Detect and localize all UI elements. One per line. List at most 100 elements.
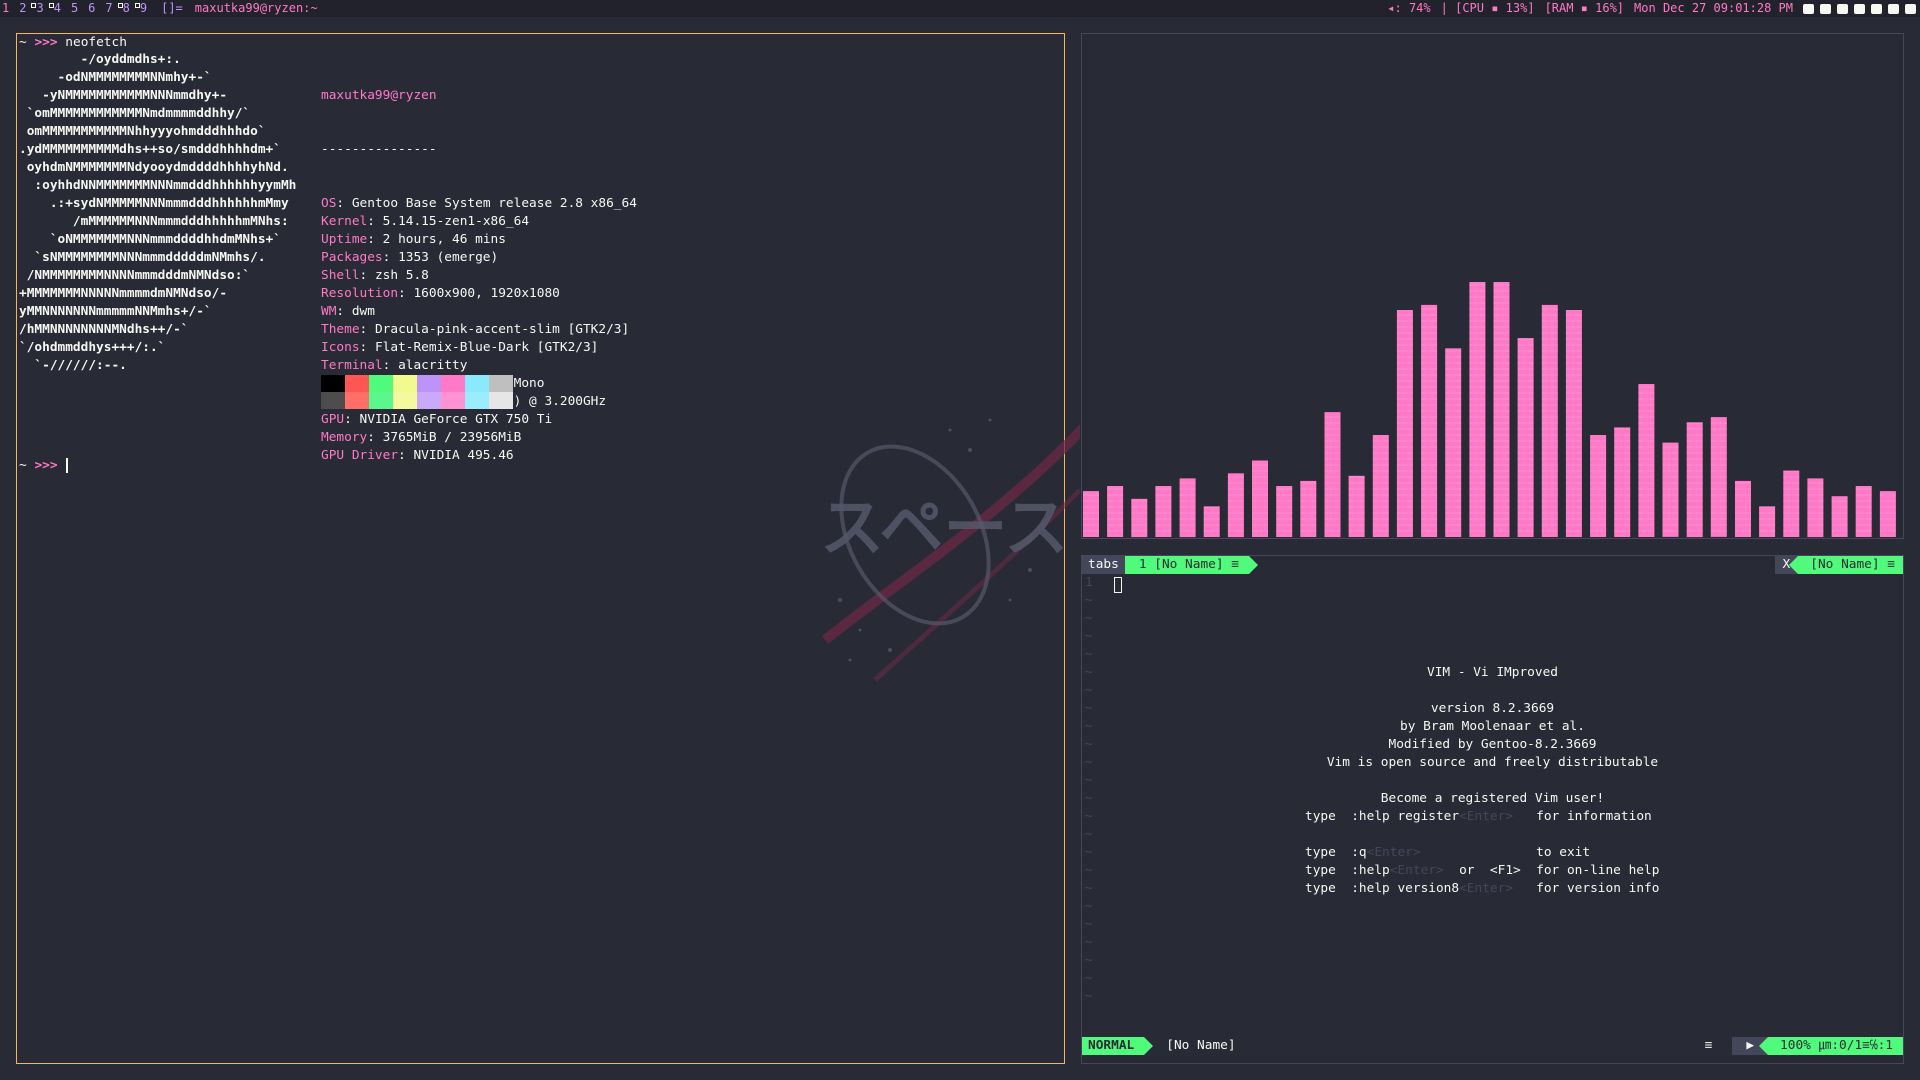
info-row: Resolution: 1600x900, 1920x1080 bbox=[321, 285, 637, 303]
info-colon: : bbox=[344, 412, 360, 427]
vim-tabline: tabs 1 [No Name] ≡ X [No Name] ≡ bbox=[1082, 556, 1903, 574]
help-command: type :help version8 bbox=[1305, 881, 1460, 896]
help-desc: for information bbox=[1536, 809, 1652, 824]
prompt-line: ~ >>> neofetch bbox=[19, 34, 127, 52]
workspace-tag-7[interactable]: 7 bbox=[105, 0, 112, 17]
visualizer-bar bbox=[1686, 422, 1703, 538]
intro-line: version 8.2.3669 bbox=[1430, 701, 1555, 716]
info-row: Memory: 3765MiB / 23956MiB bbox=[321, 429, 637, 447]
cpu-status: | [CPU ▪ 13%] bbox=[1440, 1, 1535, 15]
volume-status: ◂: 74% bbox=[1387, 1, 1431, 15]
empty-line-tilde: ~ bbox=[1085, 647, 1093, 662]
info-key: GPU Driver bbox=[321, 448, 399, 463]
visualizer-bar bbox=[1493, 282, 1510, 537]
layout-indicator[interactable]: []= bbox=[161, 0, 183, 17]
prompt-arrows: >>> bbox=[34, 35, 58, 50]
info-row: Packages: 1353 (emerge) bbox=[321, 249, 637, 267]
vim-window[interactable]: tabs 1 [No Name] ≡ X [No Name] ≡ 1 ~ ~ ~ ~ ~ ~… bbox=[1081, 555, 1904, 1064]
help-key: <Enter> bbox=[1459, 809, 1514, 824]
color-swatch bbox=[489, 392, 513, 409]
info-colon: : bbox=[367, 232, 383, 247]
tab-no-name[interactable]: 1 [No Name] ≡ bbox=[1124, 556, 1259, 574]
workspace-tag-2[interactable]: 2 bbox=[19, 0, 26, 17]
workspace-tag-9[interactable]: 9 bbox=[134, 0, 147, 17]
ascii-line: yMMNNNNNNNmmmmmNNMmhs+/-` bbox=[19, 304, 212, 319]
power-icon[interactable] bbox=[1888, 3, 1899, 14]
info-key: Theme bbox=[321, 322, 360, 337]
ascii-line: oyhdmNMMMMMMMNdyooydmddddhhhhyhNd. bbox=[19, 160, 289, 175]
color-swatch bbox=[441, 375, 465, 392]
visualizer-bar bbox=[1614, 427, 1631, 537]
workspace-tag-8[interactable]: 8 bbox=[117, 0, 130, 17]
mode-indicator: NORMAL bbox=[1082, 1037, 1154, 1055]
telegram-icon[interactable] bbox=[1837, 3, 1848, 14]
visualizer-bar bbox=[1348, 475, 1365, 537]
vim-statusline: NORMAL [No Name] ≡ ▶ 100% ㎛:0/1≡℅:1 bbox=[1082, 1037, 1903, 1055]
visualizer-bar bbox=[1638, 384, 1655, 537]
info-key: Uptime bbox=[321, 232, 368, 247]
intro-line: Become a registered Vim user! bbox=[1380, 791, 1605, 806]
empty-line-tilde: ~ bbox=[1085, 899, 1093, 914]
screen-icon[interactable] bbox=[1905, 3, 1916, 14]
workspace-tag-1[interactable]: 1 bbox=[2, 0, 9, 17]
empty-line-tilde: ~ bbox=[1085, 971, 1093, 986]
buffer-label[interactable]: [No Name] ≡ bbox=[1789, 556, 1903, 574]
info-row: GPU Driver: NVIDIA 495.46 bbox=[321, 447, 637, 465]
info-colon: : bbox=[367, 214, 383, 229]
empty-line-tilde: ~ bbox=[1085, 845, 1093, 860]
help-key: <Enter> bbox=[1389, 863, 1444, 878]
status-bar: 123456789 []= maxutka99@ryzen:~ ◂: 74% |… bbox=[0, 0, 1920, 17]
empty-line-tilde: ~ bbox=[1085, 935, 1093, 950]
prompt-line-active[interactable]: ~ >>> bbox=[19, 457, 68, 475]
vim-intro: VIM - Vi IMproved version 8.2.3669 by Bra… bbox=[1082, 664, 1903, 808]
info-value: Flat-Remix-Blue-Dark [GTK2/3] bbox=[374, 340, 599, 355]
help-key: <Enter> bbox=[1366, 845, 1421, 860]
visualizer-bar bbox=[1372, 435, 1389, 537]
ascii-line: /hMMNNNNNNNNMNdhs++/-` bbox=[19, 322, 189, 337]
help-pad bbox=[1513, 881, 1536, 896]
visualizer-bar bbox=[1155, 486, 1172, 537]
user-host: maxutka99@ryzen bbox=[321, 88, 437, 103]
tray-icon-1[interactable] bbox=[1803, 3, 1814, 14]
info-colon: : bbox=[359, 322, 375, 337]
empty-line-tilde: ~ bbox=[1085, 827, 1093, 842]
prompt-dir: ~ bbox=[19, 35, 27, 50]
ascii-line: /mMMMMMMNNNmmmdddhhhhhmMNhs: bbox=[19, 214, 289, 229]
info-row: GPU: NVIDIA GeForce GTX 750 Ti bbox=[321, 411, 637, 429]
ascii-line: /NMMMMMMMMNNNNmmmdddmNMNdso:` bbox=[19, 268, 251, 283]
volume-icon[interactable] bbox=[1871, 3, 1882, 14]
info-colon: : bbox=[398, 448, 414, 463]
help-desc: for version info bbox=[1536, 881, 1660, 896]
color-swatch bbox=[321, 392, 345, 409]
color-swatch bbox=[345, 392, 369, 409]
color-palette bbox=[321, 375, 513, 409]
workspace-tag-5[interactable]: 5 bbox=[71, 0, 78, 17]
tray-icon-2[interactable] bbox=[1820, 3, 1831, 14]
empty-line-tilde: ~ bbox=[1085, 611, 1093, 626]
help-line bbox=[1305, 826, 1659, 844]
color-swatch bbox=[369, 375, 393, 392]
workspace-tag-6[interactable]: 6 bbox=[88, 0, 95, 17]
info-value: alacritty bbox=[398, 358, 468, 373]
intro-line bbox=[1082, 772, 1903, 790]
empty-line-tilde: ~ bbox=[1085, 881, 1093, 896]
empty-line-tilde: ~ bbox=[1085, 953, 1093, 968]
info-key: Icons bbox=[321, 340, 360, 355]
workspace-tag-4[interactable]: 4 bbox=[48, 0, 61, 17]
discord-icon[interactable] bbox=[1854, 3, 1865, 14]
info-colon: : bbox=[382, 358, 399, 373]
wallpaper-space-logo: スペース bbox=[820, 418, 1080, 682]
visualizer-bar bbox=[1300, 480, 1317, 537]
help-command: type :help register bbox=[1305, 809, 1460, 824]
info-key: Terminal bbox=[321, 358, 383, 373]
info-row: Shell: zsh 5.8 bbox=[321, 267, 637, 285]
info-value: Gentoo Base System release 2.8 x86_64 bbox=[351, 196, 637, 211]
info-value: 3765MiB / 23956MiB bbox=[382, 430, 522, 445]
ascii-line: .:+sydNMMMMMNNNmmmdddhhhhhhmMmy bbox=[19, 196, 289, 211]
visualizer-bar bbox=[1783, 470, 1800, 537]
system-status: ◂: 74% | [CPU ▪ 13%] [RAM ▪ 16%] Mon Dec… bbox=[1387, 0, 1920, 17]
color-swatch bbox=[417, 375, 441, 392]
tabs-label: tabs bbox=[1082, 556, 1125, 574]
workspace-tag-3[interactable]: 3 bbox=[31, 0, 44, 17]
visualizer-bar bbox=[1879, 491, 1896, 537]
